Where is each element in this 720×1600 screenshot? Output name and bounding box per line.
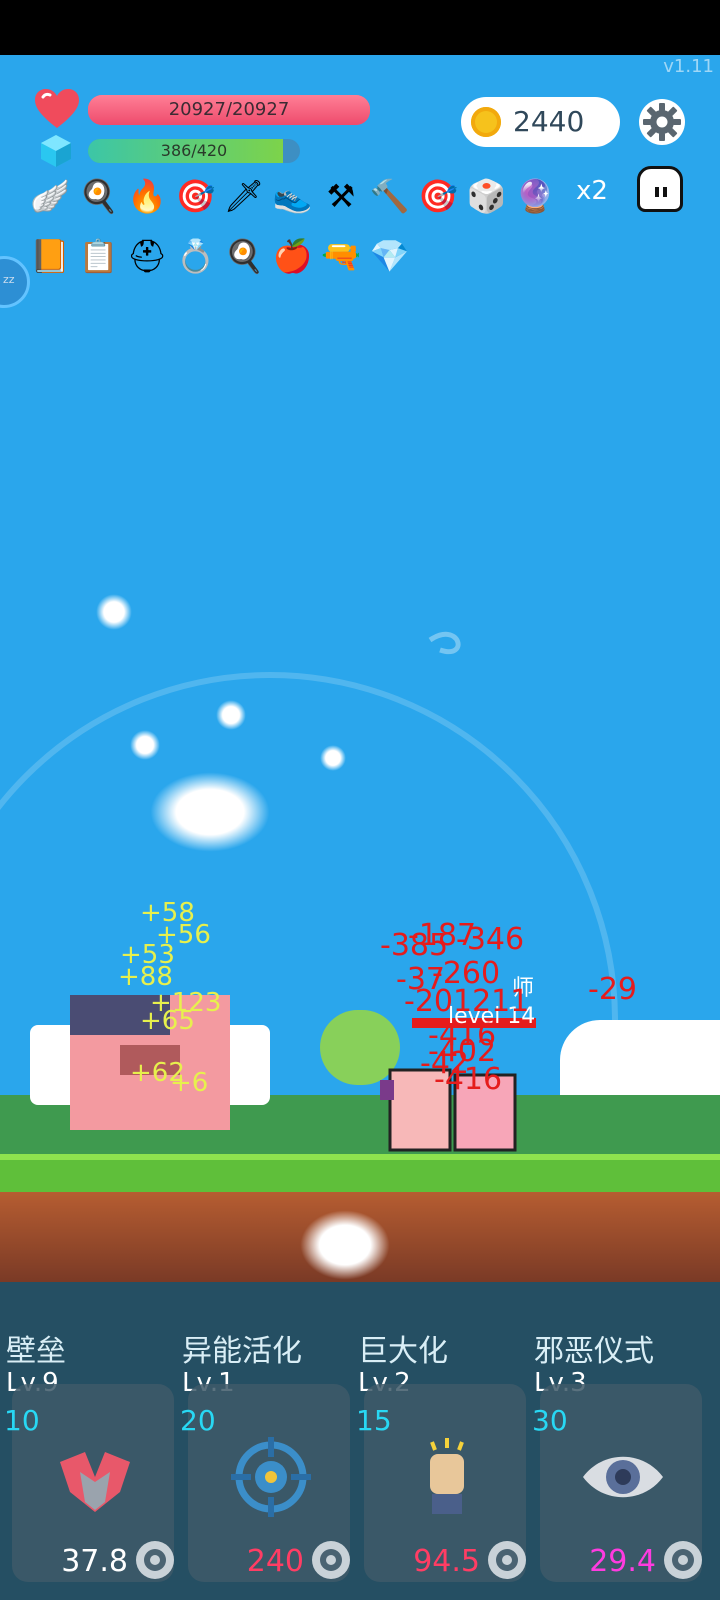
skill-value: 37.8 xyxy=(61,1544,128,1579)
sleep-button[interactable]: zz xyxy=(0,256,30,308)
skill-name: 异能活化 xyxy=(182,1334,302,1369)
fried-egg-icon[interactable]: 🍳 xyxy=(77,174,121,218)
version-label: v1.11 xyxy=(663,56,714,77)
damage-number: -201211 xyxy=(404,984,530,1019)
dice-icon[interactable]: 🎲 xyxy=(465,174,509,218)
apple-icon[interactable]: 🍎 xyxy=(271,234,315,278)
particle xyxy=(320,745,346,771)
gear-icon[interactable] xyxy=(310,1539,352,1581)
crystal-ball-icon[interactable]: 🔮 xyxy=(513,174,557,218)
ring-icon[interactable]: 💍 xyxy=(174,234,218,278)
crystal-icon xyxy=(41,135,71,167)
sword-icon[interactable]: 🗡 xyxy=(222,174,266,218)
bright-orb xyxy=(150,772,270,852)
status-bar xyxy=(0,0,720,55)
book-icon[interactable]: 📙 xyxy=(28,234,72,278)
bright-orb xyxy=(300,1210,390,1280)
mp-text: 386/420 xyxy=(160,141,228,160)
particle xyxy=(130,730,160,760)
gear-icon[interactable] xyxy=(134,1539,176,1581)
coin-counter: 2440 xyxy=(461,97,620,147)
fist-icon xyxy=(430,1438,464,1514)
item-multiplier: x2 xyxy=(576,176,608,206)
skill-name: 邪恶仪式 xyxy=(534,1334,654,1369)
item-row-2: 📙 📋 ⛑ 💍 🍳 🍎 🔫 💎 xyxy=(28,234,598,278)
diamond-icon[interactable]: 💎 xyxy=(368,234,412,278)
skill-card-2[interactable]: 异能活化 Lv.1 20 240 xyxy=(176,1282,352,1600)
target-icon xyxy=(231,1437,311,1517)
ghost-icon[interactable] xyxy=(637,166,683,212)
damage-number: -42 xyxy=(420,1046,469,1081)
notebook-icon[interactable]: 📋 xyxy=(77,234,121,278)
skill-cost: 30 xyxy=(532,1404,568,1437)
skill-name: 壁垒 xyxy=(6,1334,66,1369)
damage-number: -346 xyxy=(456,922,525,957)
uzi-icon[interactable]: 🔫 xyxy=(319,234,363,278)
game-screen: v1.11 20927/20927 386/420 2440 🪽 🍳 🔥 🎯 🗡… xyxy=(0,0,720,1600)
mp-bar: 386/420 xyxy=(88,139,300,163)
skill-value: 94.5 xyxy=(413,1544,480,1579)
skill-cost: 15 xyxy=(356,1404,392,1437)
torch-icon[interactable]: 🔥 xyxy=(125,174,169,218)
skill-cost: 10 xyxy=(4,1404,40,1437)
item-row-1: 🪽 🍳 🔥 🎯 🗡 👟 ⚒ 🔨 🎯 🎲 🔮 xyxy=(28,174,598,218)
skill-card-4[interactable]: 邪恶仪式 Lv.3 30 29.4 xyxy=(528,1282,704,1600)
gear-icon[interactable] xyxy=(486,1539,528,1581)
fried-egg-icon[interactable]: 🍳 xyxy=(222,234,266,278)
skill-card-1[interactable]: 壁垒 Lv.9 10 37.8 xyxy=(0,1282,176,1600)
particle xyxy=(216,700,246,730)
heal-number: +6 xyxy=(170,1068,209,1098)
settings-gear-icon[interactable] xyxy=(638,98,686,146)
sickle-icon[interactable]: ⚒ xyxy=(319,174,363,218)
skill-cost: 20 xyxy=(180,1404,216,1437)
coin-value: 2440 xyxy=(513,105,585,138)
hp-bar: 20927/20927 xyxy=(88,95,370,125)
helmet-icon[interactable]: ⛑ xyxy=(125,234,169,278)
wing-icon[interactable]: 🪽 xyxy=(28,174,72,218)
heart-icon xyxy=(35,89,79,128)
skill-card-3[interactable]: 巨大化 Lv.2 15 94.5 xyxy=(352,1282,528,1600)
coin-icon xyxy=(471,107,501,137)
hammer-icon[interactable]: 🔨 xyxy=(368,174,412,218)
particle xyxy=(96,594,132,630)
heal-number: +123 xyxy=(150,988,222,1018)
gear-icon[interactable] xyxy=(662,1539,704,1581)
hp-text: 20927/20927 xyxy=(168,99,290,120)
heal-number: +88 xyxy=(118,962,173,992)
shield-wing-icon xyxy=(60,1452,130,1512)
damage-number: -29 xyxy=(588,972,637,1007)
skill-value: 240 xyxy=(246,1544,304,1579)
sneaker-icon[interactable]: 👟 xyxy=(271,174,315,218)
target-icon[interactable]: 🎯 xyxy=(174,174,218,218)
eye-icon xyxy=(583,1456,663,1498)
skill-name: 巨大化 xyxy=(358,1334,448,1369)
skill-value: 29.4 xyxy=(589,1544,656,1579)
target-icon[interactable]: 🎯 xyxy=(416,174,460,218)
